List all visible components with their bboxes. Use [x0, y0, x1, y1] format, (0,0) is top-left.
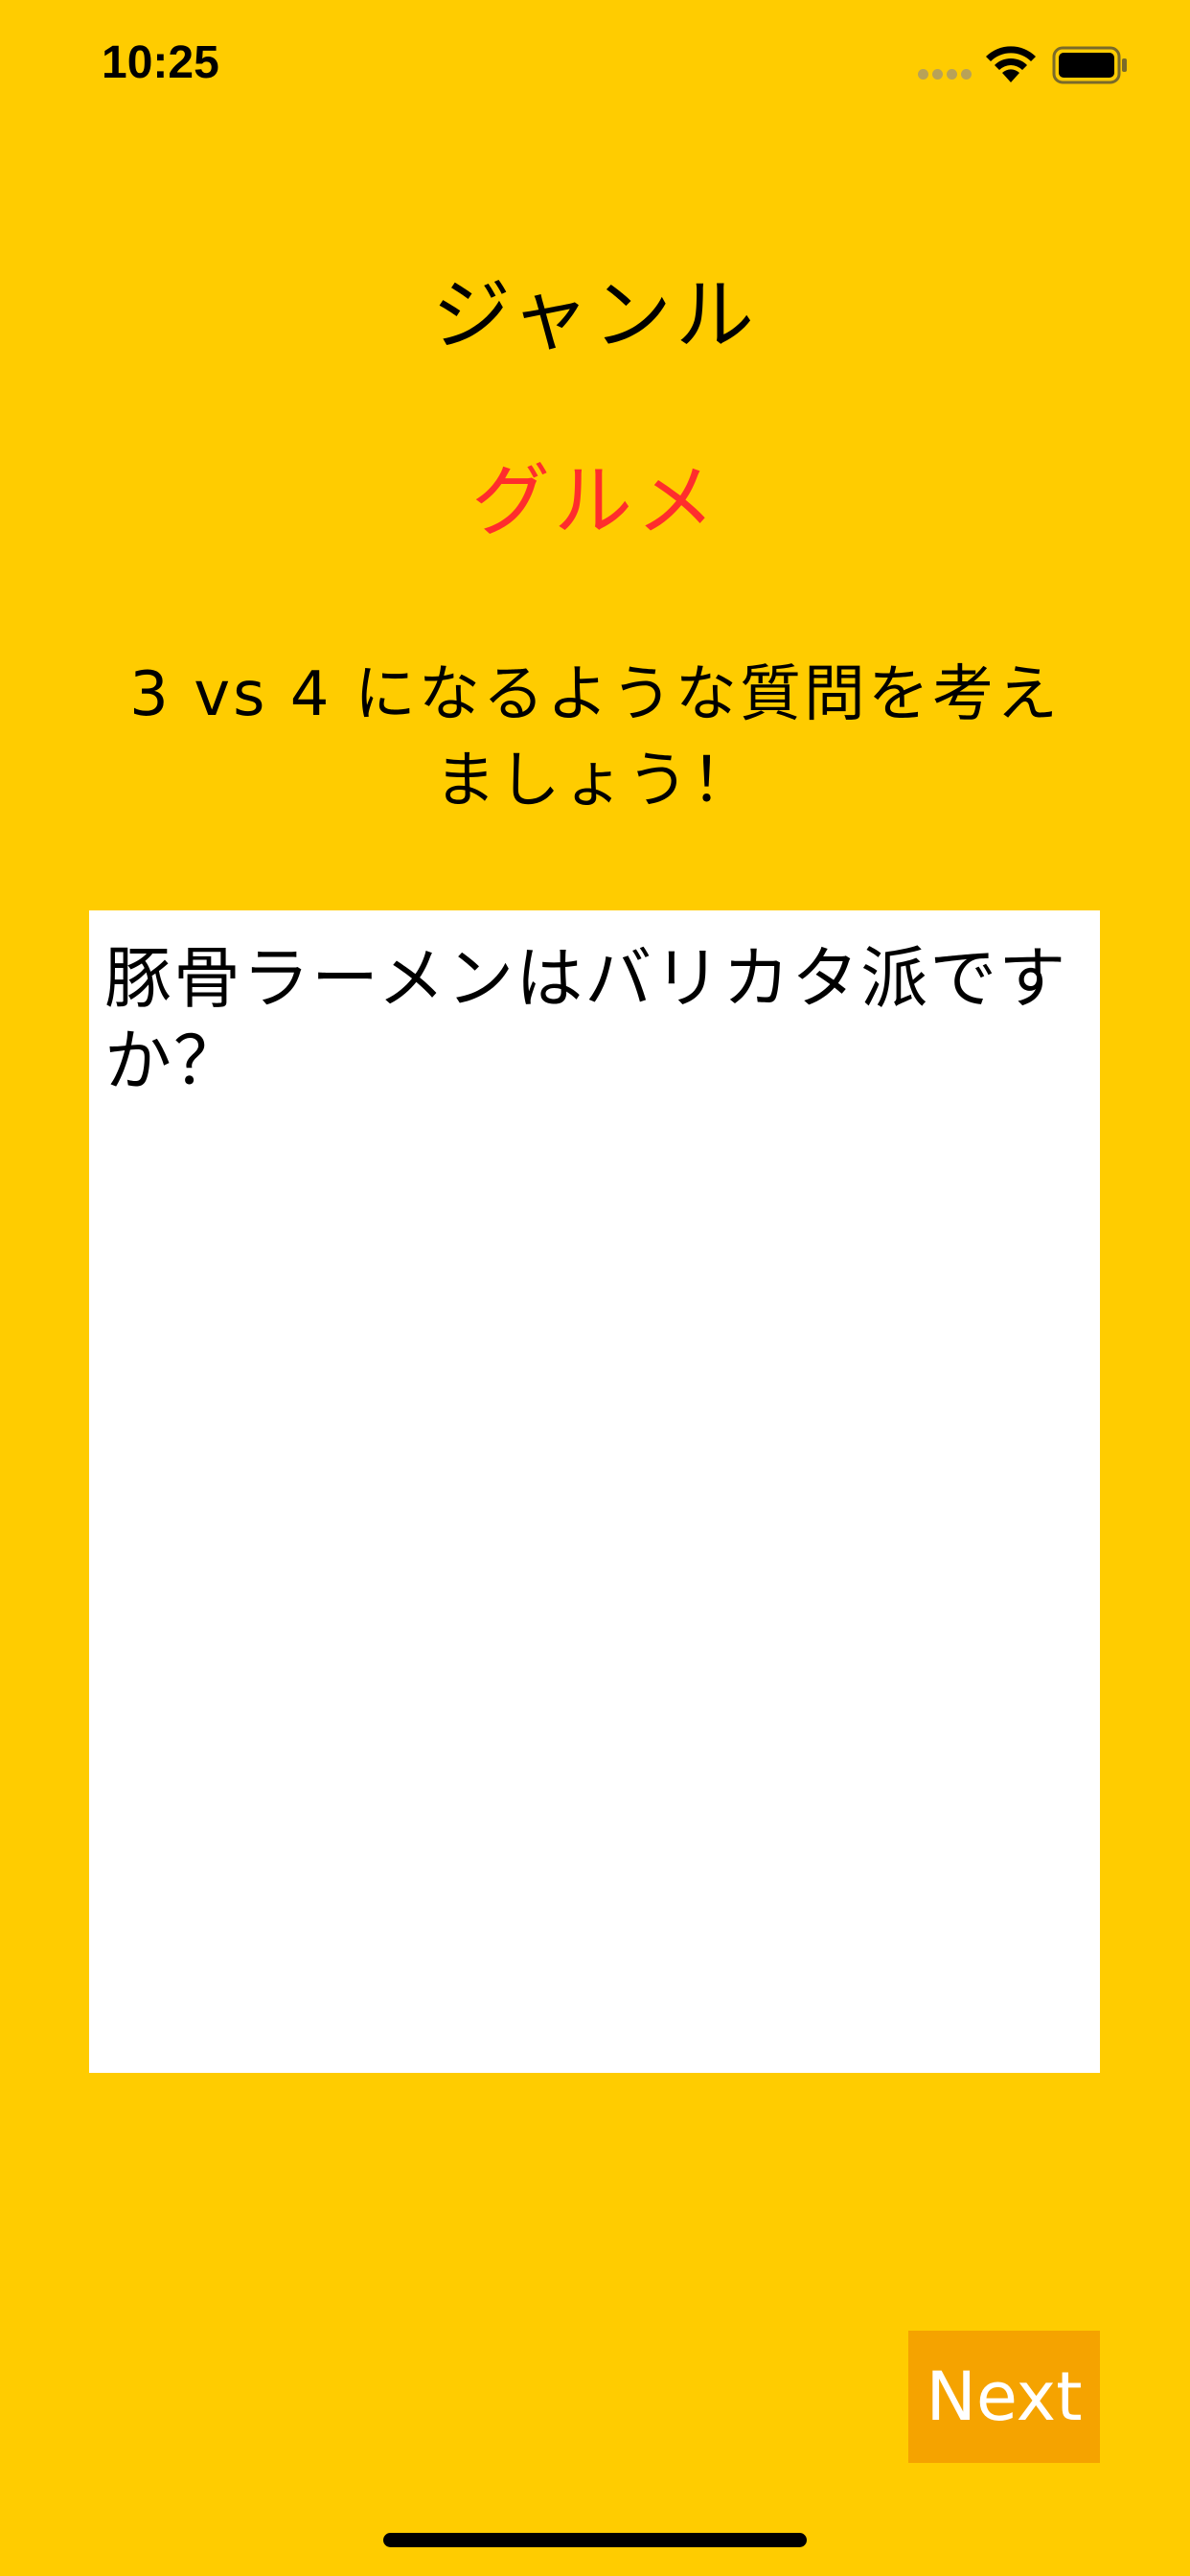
next-button[interactable]: Next [908, 2331, 1100, 2463]
status-bar: 10:25 [0, 0, 1190, 134]
cellular-signal-icon [918, 69, 972, 80]
question-input[interactable]: 豚骨ラーメンはバリカタ派ですか？ [89, 910, 1100, 2073]
home-indicator[interactable] [383, 2533, 807, 2547]
genre-value: グルメ [470, 456, 719, 547]
wifi-icon [986, 46, 1036, 82]
battery-icon [1052, 46, 1127, 84]
status-time: 10:25 [102, 37, 219, 88]
genre-heading: ジャンル [432, 270, 758, 361]
instruction-text: 3 vs 4 になるような質問を考えましょう！ [129, 659, 1061, 816]
